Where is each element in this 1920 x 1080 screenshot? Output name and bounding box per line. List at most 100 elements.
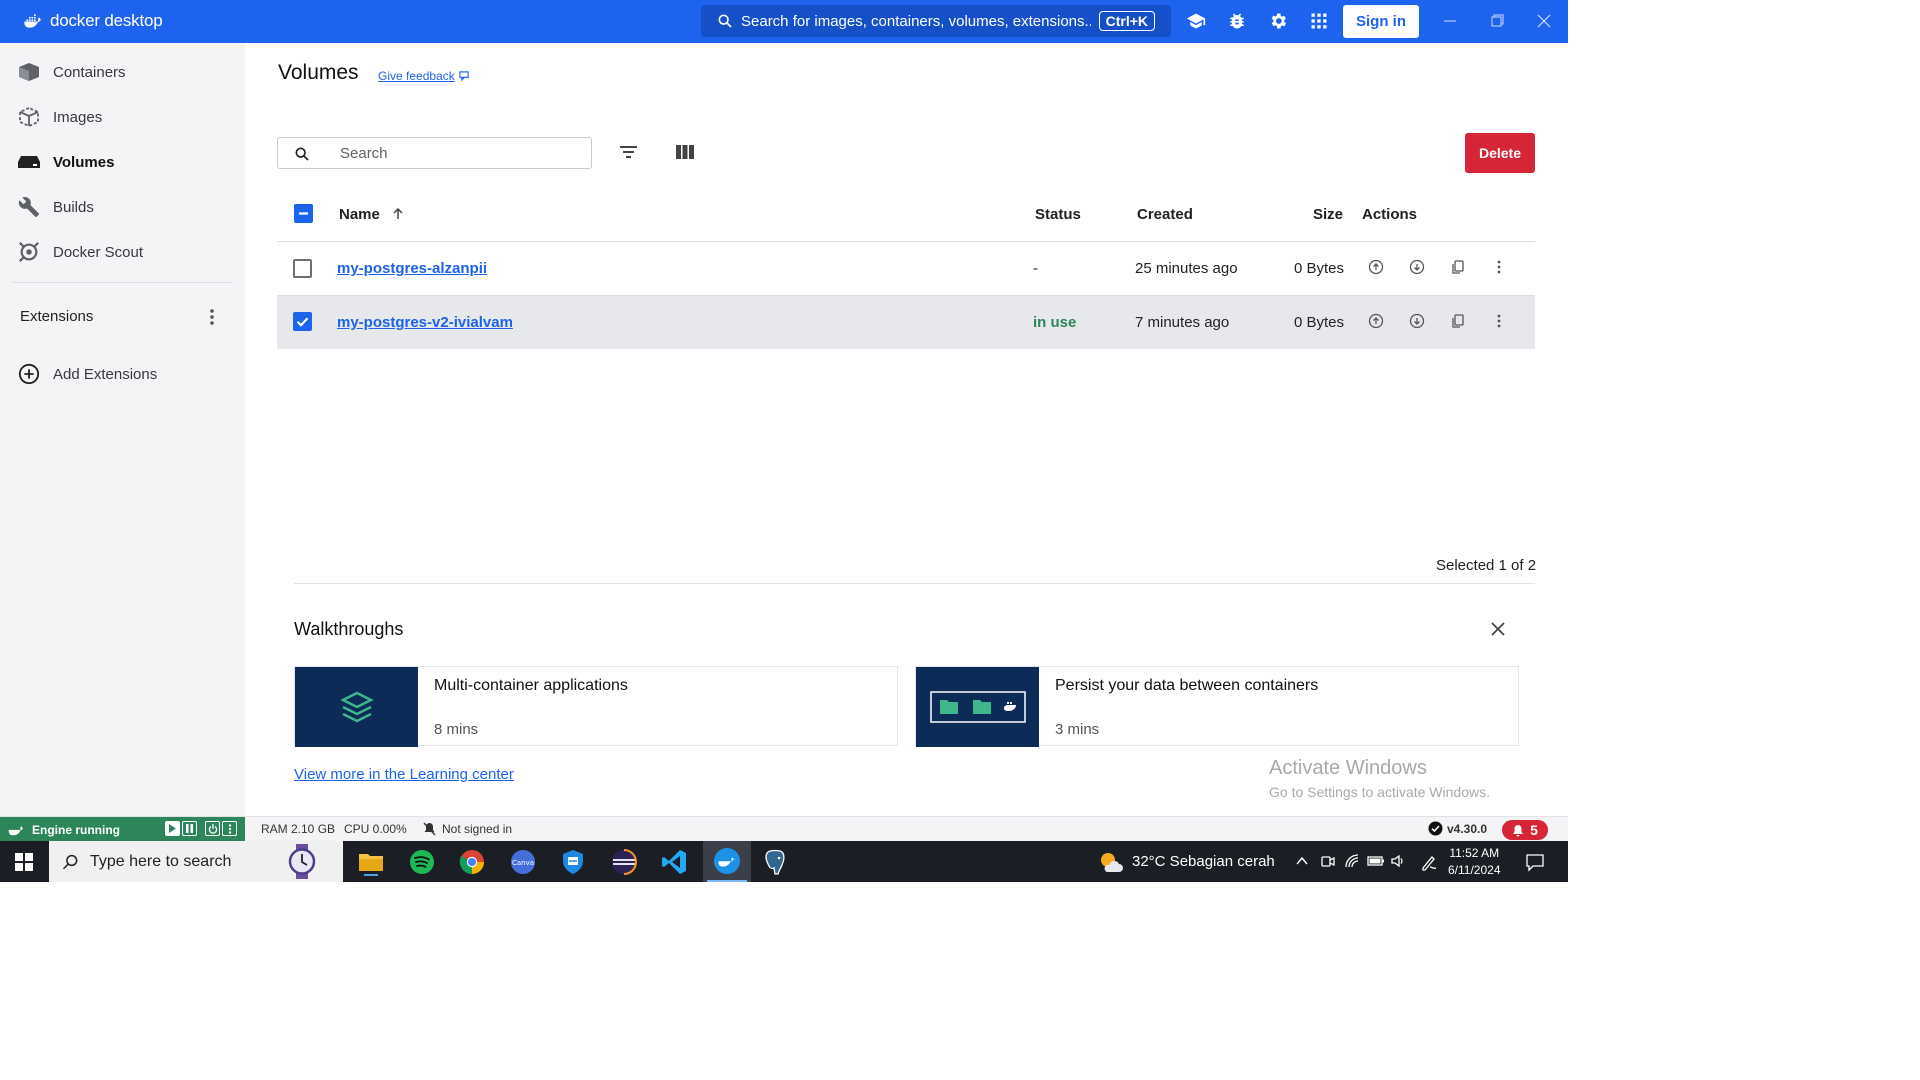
engine-menu-button[interactable] [222,821,237,836]
sort-ascending-icon[interactable] [392,207,404,220]
pause-icon [186,824,193,833]
filter-icon[interactable] [618,143,639,161]
add-extensions-button[interactable]: Add Extensions [16,359,157,389]
checkmark-icon [296,317,309,327]
docker-taskbar-icon[interactable] [703,841,751,882]
table-row[interactable]: my-postgres-v2-ivialvam in use 7 minutes… [277,296,1535,349]
extensions-more-icon[interactable] [205,307,219,327]
battery-icon[interactable] [1367,854,1385,868]
bug-icon[interactable] [1227,11,1247,31]
column-header-size[interactable]: Size [1313,206,1343,223]
section-divider [294,583,1535,584]
show-hidden-icons-chevron[interactable] [1295,855,1309,867]
taskbar-search-placeholder: Type here to search [90,852,232,870]
weather-widget[interactable]: 32°C Sebagian cerah [1098,841,1275,882]
action-center-icon[interactable] [1525,852,1545,872]
file-explorer-icon[interactable] [356,847,386,877]
walkthrough-card-persist-data[interactable]: Persist your data between containers 3 m… [915,666,1519,747]
export-icon[interactable] [1368,313,1384,329]
engine-power-button[interactable] [205,821,220,836]
version-label: v4.30.0 [1447,821,1488,836]
sidebar-item-docker-scout[interactable]: Docker Scout [16,237,143,267]
row-checkbox[interactable] [293,312,312,331]
volume-size: 0 Bytes [1294,260,1345,277]
eclipse-icon[interactable] [609,847,639,877]
volume-search-box[interactable] [277,137,592,169]
sign-in-button[interactable]: Sign in [1343,5,1419,38]
system-clock[interactable]: 11:52 AM 6/11/2024 [1448,845,1501,879]
import-icon[interactable] [1409,313,1425,329]
restore-icon[interactable] [1488,12,1506,30]
volume-search-input[interactable] [340,144,560,162]
row-checkbox[interactable] [293,259,312,278]
notifications-button[interactable]: 5 [1502,820,1548,840]
more-vertical-icon[interactable] [1491,259,1507,275]
more-vertical-icon[interactable] [1491,313,1507,329]
search-icon [62,854,78,869]
clone-icon[interactable] [1450,259,1466,275]
volume-status: - [1033,260,1038,277]
add-extensions-label: Add Extensions [53,365,158,383]
column-header-created[interactable]: Created [1137,206,1193,223]
sidebar-item-label: Docker Scout [53,243,144,261]
columns-icon[interactable] [675,143,695,161]
engine-start-button[interactable] [165,821,180,836]
engine-pause-button[interactable] [182,821,197,836]
wifi-icon[interactable] [1344,853,1360,869]
give-feedback-link[interactable]: Give feedback [378,69,470,83]
chrome-icon[interactable] [457,847,487,877]
column-header-status[interactable]: Status [1035,206,1081,223]
windows-taskbar: Type here to search Canva 32°C Sebagian … [0,841,1568,882]
global-search[interactable]: Search for images, containers, volumes, … [701,5,1171,37]
sidebar-item-volumes[interactable]: Volumes [16,147,114,177]
selected-count: Selected 1 of 2 [1436,557,1537,574]
learn-icon[interactable] [1186,11,1206,31]
weather-label: 32°C Sebagian cerah [1132,853,1275,870]
spotify-icon[interactable] [407,847,437,877]
table-row[interactable]: my-postgres-alzanpii - 25 minutes ago 0 … [277,242,1535,295]
canva-icon[interactable]: Canva [508,847,538,877]
walkthrough-card-multi-container[interactable]: Multi-container applications 8 mins [294,666,898,747]
power-icon [208,823,217,834]
vscode-icon[interactable] [659,847,689,877]
meet-now-icon[interactable] [1320,853,1336,869]
volume-created: 25 minutes ago [1135,260,1238,277]
close-walkthroughs-icon[interactable] [1489,620,1507,638]
select-all-checkbox[interactable] [294,204,313,223]
apps-grid-icon[interactable] [1309,11,1329,31]
volume-name-link[interactable]: my-postgres-v2-ivialvam [337,314,513,331]
docker-whale-icon [24,14,44,28]
not-signed-in-icon [423,822,436,836]
settings-gear-icon[interactable] [1268,11,1288,31]
sidebar-item-label: Volumes [53,153,115,171]
clock-time: 11:52 AM [1449,846,1500,860]
sidebar-item-images[interactable]: Images [16,102,102,132]
postgresql-icon[interactable] [760,847,790,877]
version-badge[interactable]: v4.30.0 [1428,821,1487,836]
sidebar-item-containers[interactable]: Containers [16,57,126,87]
minimize-icon[interactable] [1441,12,1459,30]
column-header-name[interactable]: Name [339,206,404,223]
images-icon [16,106,42,128]
volume-speaker-icon[interactable] [1390,853,1406,869]
volume-name-link[interactable]: my-postgres-alzanpii [337,260,487,277]
import-icon[interactable] [1409,259,1425,275]
cortana-clock-icon[interactable] [285,843,319,880]
learning-center-link[interactable]: View more in the Learning center [294,766,514,783]
sidebar-item-builds[interactable]: Builds [16,192,94,222]
windows-start-icon[interactable] [15,853,33,871]
column-header-label: Name [339,206,380,223]
volume-size: 0 Bytes [1294,314,1345,331]
sidebar-divider [12,282,232,283]
close-window-icon[interactable] [1535,12,1553,30]
engine-status: Engine running [0,817,245,842]
cpu-usage: CPU 0.00% [344,822,407,836]
clone-icon[interactable] [1450,313,1466,329]
search-icon [718,14,732,28]
taskbar-search-box[interactable]: Type here to search [49,841,343,882]
security-shield-icon[interactable] [558,847,588,877]
sidebar-item-label: Images [53,108,103,126]
pen-ink-icon[interactable] [1420,853,1438,871]
delete-button[interactable]: Delete [1465,133,1535,173]
export-icon[interactable] [1368,259,1384,275]
